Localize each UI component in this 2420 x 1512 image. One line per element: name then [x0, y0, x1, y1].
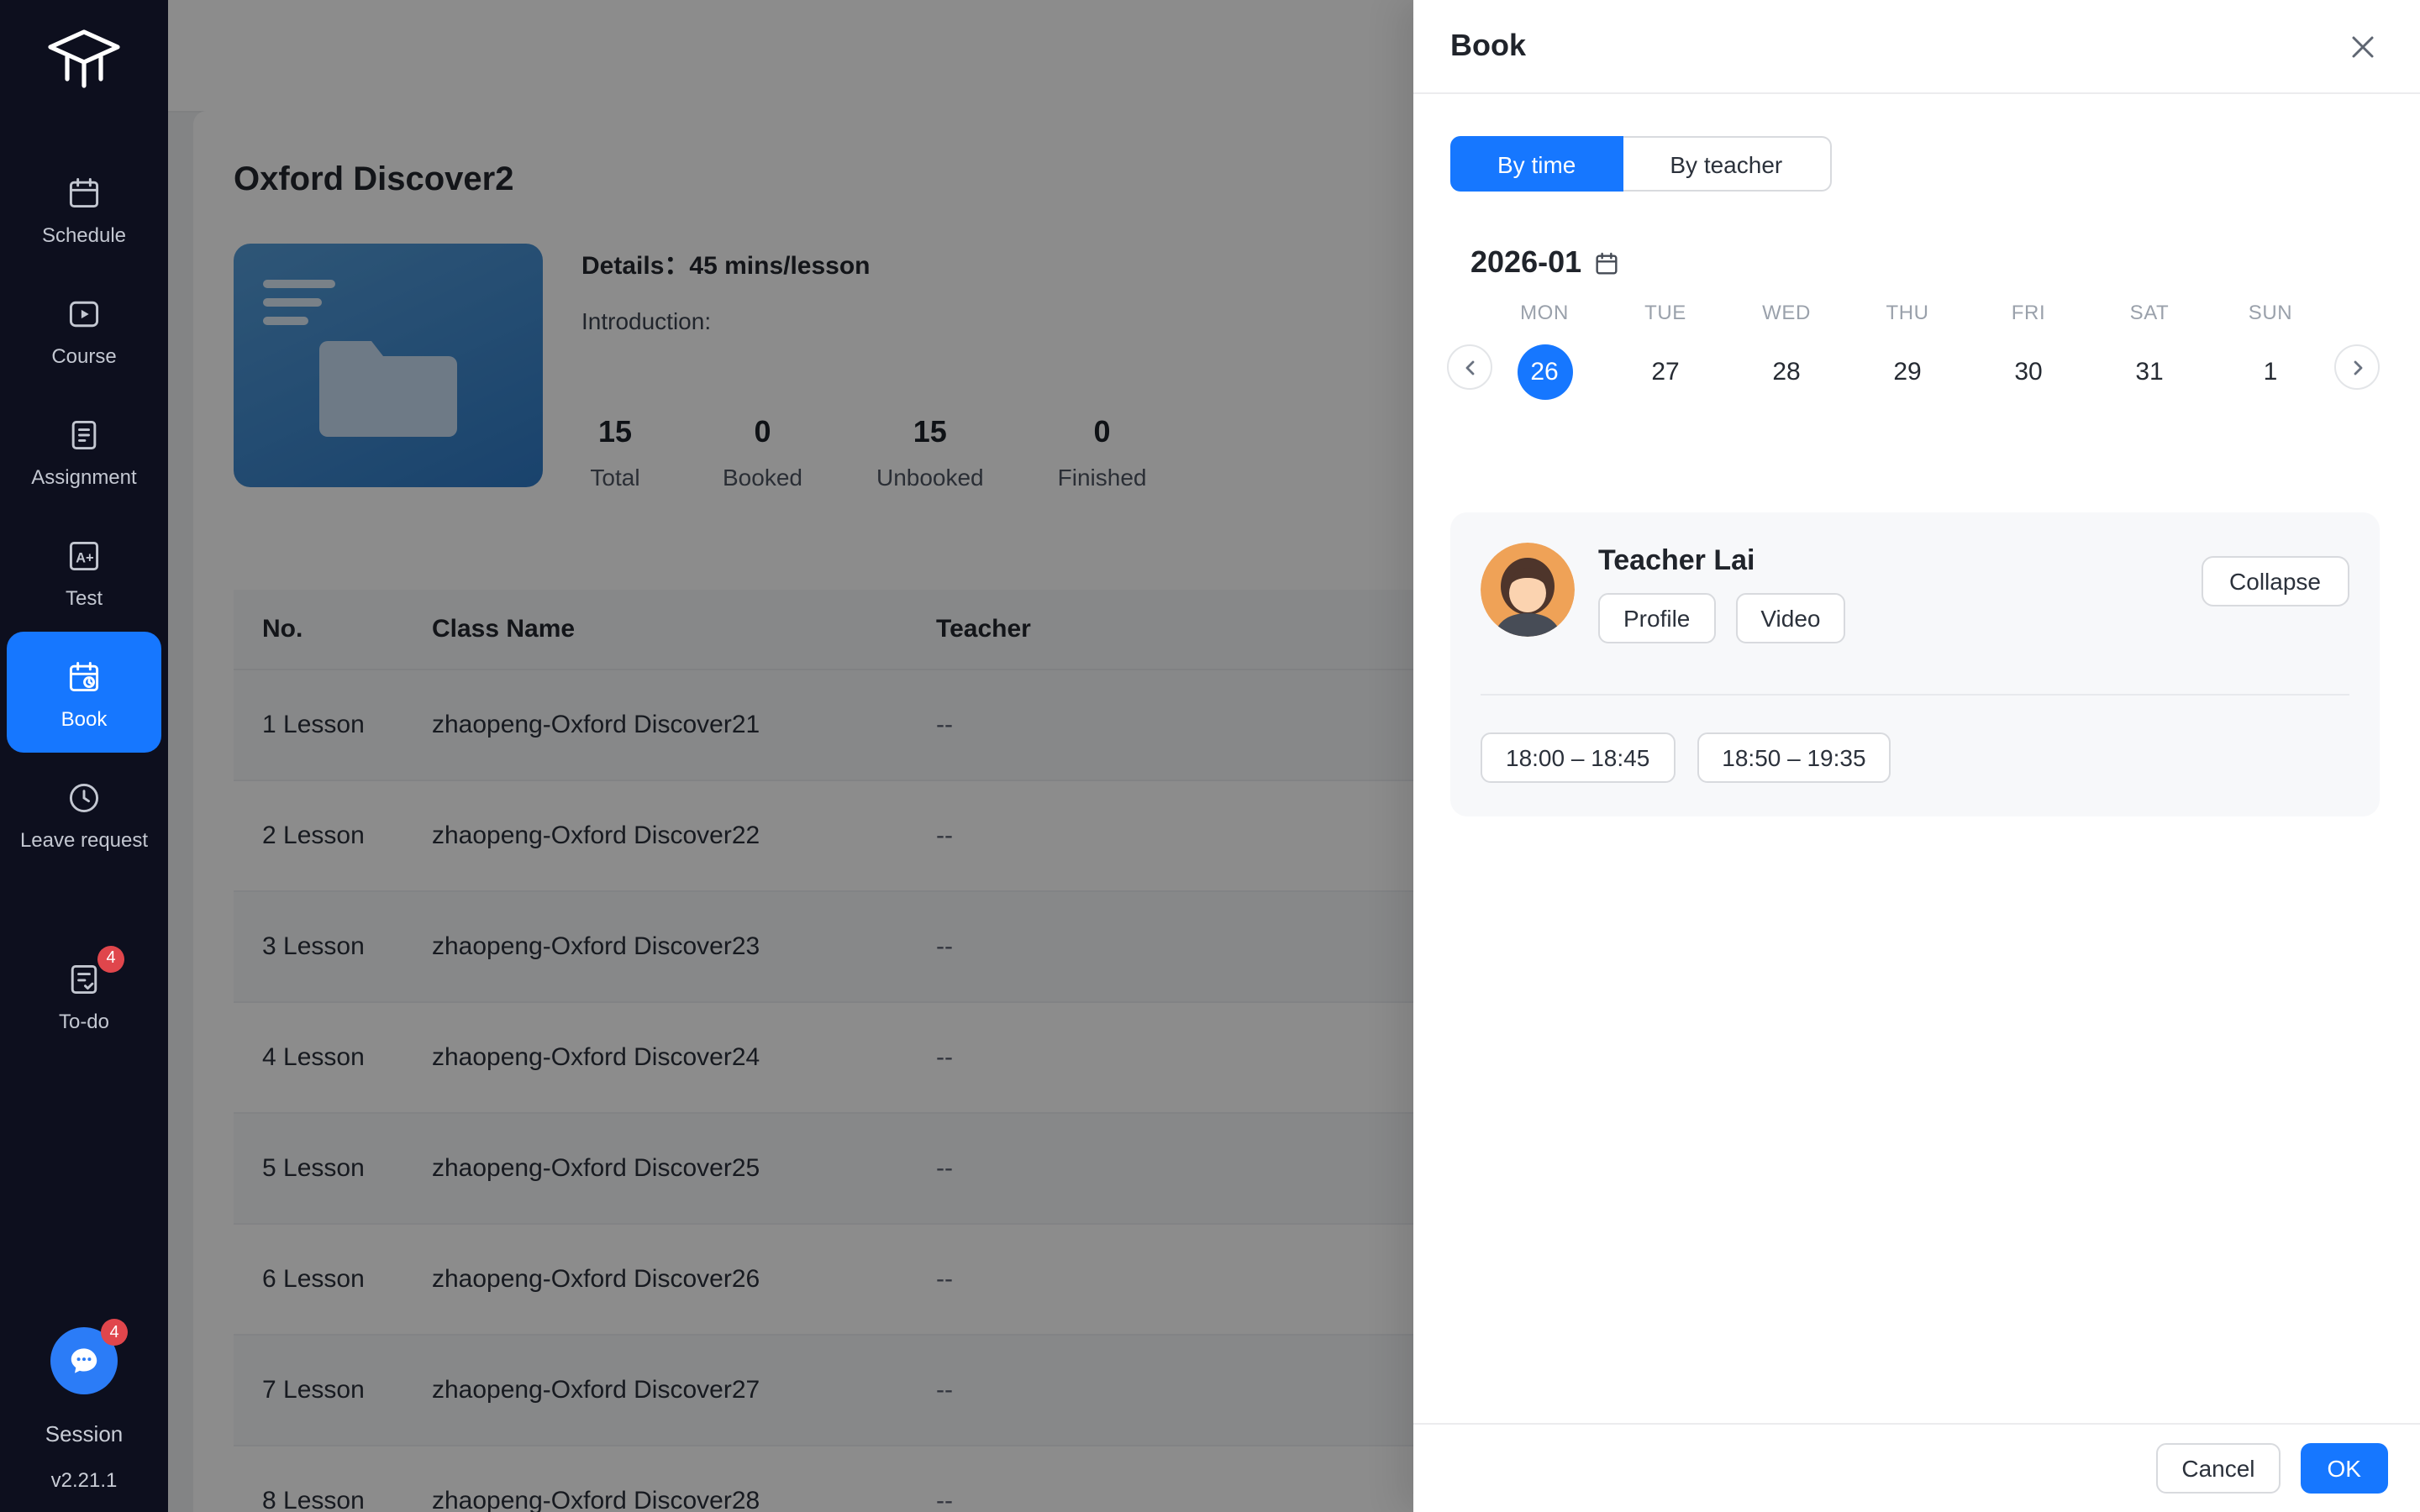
sidebar-item-book[interactable]: Book — [7, 632, 161, 753]
app-root: Schedule Course Assignment — [0, 0, 2420, 1512]
todo-checklist-icon: 4 — [64, 958, 104, 999]
profile-button[interactable]: Profile — [1598, 593, 1715, 643]
clock-icon — [64, 777, 104, 817]
date-cell-selected[interactable]: 26 — [1517, 344, 1572, 400]
date-cell[interactable]: 1 — [2243, 344, 2298, 400]
weekday-label: THU — [1847, 301, 1968, 324]
session-label: Session — [45, 1421, 124, 1446]
video-course-icon — [64, 293, 104, 333]
weekday-label: SUN — [2210, 301, 2331, 324]
weekday-label: WED — [1726, 301, 1847, 324]
sidebar-item-label: To-do — [59, 1011, 109, 1031]
sidebar-menu: Schedule Course Assignment — [0, 148, 168, 1055]
day-column: WED 28 — [1726, 301, 1847, 400]
app-logo — [42, 17, 126, 111]
ok-button[interactable]: OK — [2301, 1443, 2388, 1494]
weekday-label: MON — [1484, 301, 1605, 324]
sidebar-item-assignment[interactable]: Assignment — [0, 390, 168, 511]
day-column: SUN 1 — [2210, 301, 2331, 400]
sidebar-item-label: Schedule — [42, 224, 126, 244]
sidebar-item-label: Course — [51, 345, 116, 365]
sidebar-item-test[interactable]: A+ Test — [0, 511, 168, 632]
day-column: MON 26 — [1484, 301, 1605, 400]
sidebar: Schedule Course Assignment — [0, 0, 168, 1512]
day-column: SAT 31 — [2089, 301, 2210, 400]
drawer-title: Book — [1450, 29, 1526, 64]
collapse-button[interactable]: Collapse — [2201, 556, 2349, 606]
close-icon — [2349, 33, 2376, 60]
booking-mode-tabs: By time By teacher — [1450, 136, 2380, 192]
video-button[interactable]: Video — [1735, 593, 1845, 643]
date-cell[interactable]: 28 — [1759, 344, 1814, 400]
calendar-icon — [64, 172, 104, 213]
next-week-button[interactable] — [2334, 344, 2380, 390]
todo-badge: 4 — [97, 945, 124, 972]
time-slots: 18:00 – 18:45 18:50 – 19:35 — [1481, 732, 2349, 783]
avatar-illustration — [1481, 543, 1575, 637]
teacher-card: Teacher Lai Profile Video Collapse 18:00… — [1450, 512, 2380, 816]
day-column: THU 29 — [1847, 301, 1968, 400]
sidebar-item-course[interactable]: Course — [0, 269, 168, 390]
teacher-actions: Profile Video — [1598, 593, 1846, 643]
week-days: MON 26 TUE 27 WED 28 THU 29 — [1484, 301, 2331, 400]
cancel-button[interactable]: Cancel — [2156, 1443, 2280, 1494]
drawer-header: Book — [1413, 0, 2420, 94]
day-column: FRI 30 — [1968, 301, 2089, 400]
month-value: 2026-01 — [1470, 245, 1581, 281]
date-cell[interactable]: 27 — [1638, 344, 1693, 400]
drawer-footer: Cancel OK — [1413, 1423, 2420, 1512]
calendar-icon — [1593, 249, 1620, 276]
session-badge: 4 — [101, 1319, 128, 1346]
chat-bubble-icon — [66, 1342, 103, 1379]
time-slot-button[interactable]: 18:50 – 19:35 — [1697, 732, 1891, 783]
weekday-label: SAT — [2089, 301, 2210, 324]
sidebar-item-todo[interactable]: 4 To-do — [0, 934, 168, 1055]
teacher-info: Teacher Lai Profile Video — [1598, 543, 1846, 643]
date-cell[interactable]: 29 — [1880, 344, 1935, 400]
book-calendar-icon — [64, 656, 104, 696]
day-column: TUE 27 — [1605, 301, 1726, 400]
chevron-right-icon — [2347, 357, 2367, 377]
sidebar-item-label: Test — [66, 587, 103, 607]
teacher-avatar — [1481, 543, 1575, 637]
month-picker[interactable]: 2026-01 — [1450, 245, 2380, 281]
sidebar-item-leave-request[interactable]: Leave request — [0, 753, 168, 874]
assignment-icon — [64, 414, 104, 454]
weekday-label: TUE — [1605, 301, 1726, 324]
app-version: v2.21.1 — [51, 1468, 118, 1492]
tab-by-time[interactable]: By time — [1450, 136, 1623, 192]
teacher-name: Teacher Lai — [1598, 544, 1846, 578]
book-drawer: Book By time By teacher 2026-01 — [1413, 0, 2420, 1512]
drawer-body: By time By teacher 2026-01 MON — [1413, 136, 2420, 816]
sidebar-item-label: Book — [61, 708, 108, 728]
date-cell[interactable]: 30 — [2001, 344, 2056, 400]
svg-text:A+: A+ — [76, 549, 94, 564]
close-button[interactable] — [2343, 26, 2383, 66]
sidebar-item-label: Leave request — [20, 829, 148, 849]
week-strip: MON 26 TUE 27 WED 28 THU 29 — [1450, 301, 2380, 412]
graduation-cap-icon — [42, 25, 126, 102]
teacher-card-header: Teacher Lai Profile Video Collapse — [1481, 543, 2349, 643]
time-slot-button[interactable]: 18:00 – 18:45 — [1481, 732, 1675, 783]
chevron-left-icon — [1460, 357, 1480, 377]
teacher-card-divider — [1481, 694, 2349, 696]
session-chat-button[interactable]: 4 — [50, 1327, 118, 1394]
sidebar-bottom: 4 Session v2.21.1 — [0, 1327, 168, 1492]
tab-by-teacher[interactable]: By teacher — [1623, 136, 1831, 192]
sidebar-item-label: Assignment — [31, 466, 136, 486]
test-a-plus-icon: A+ — [64, 535, 104, 575]
date-cell[interactable]: 31 — [2122, 344, 2177, 400]
sidebar-item-schedule[interactable]: Schedule — [0, 148, 168, 269]
weekday-label: FRI — [1968, 301, 2089, 324]
